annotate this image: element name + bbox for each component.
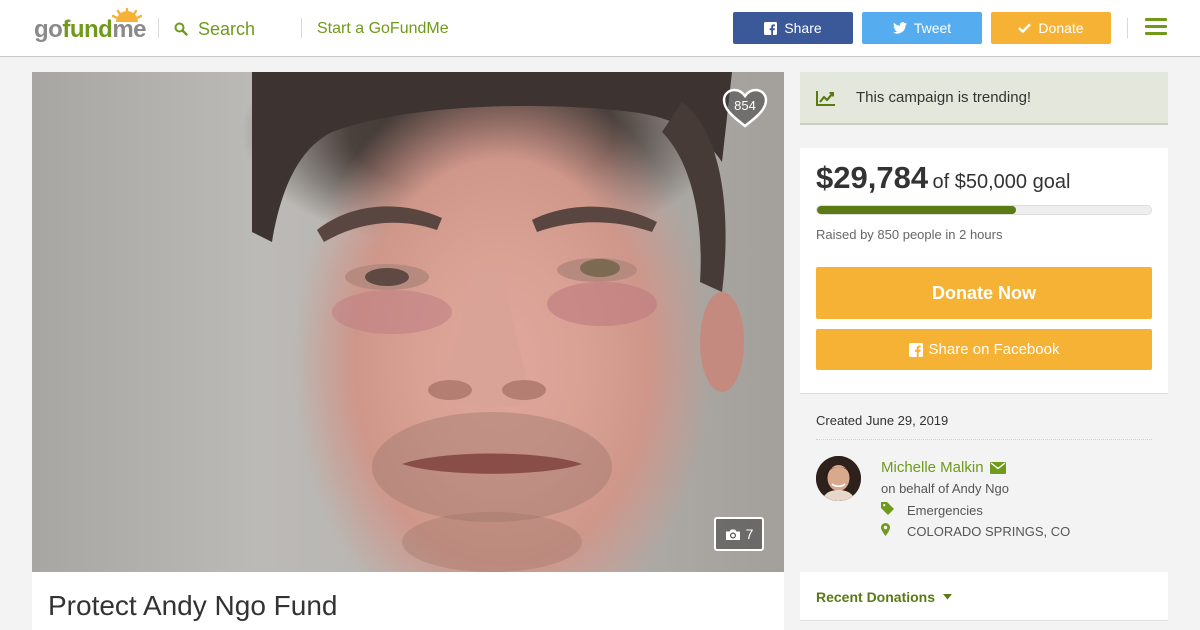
header-divider [1127, 18, 1128, 38]
category-link[interactable]: Emergencies [907, 503, 983, 518]
share-button[interactable]: Share [733, 12, 853, 44]
trending-banner: This campaign is trending! [800, 72, 1168, 125]
donate-label: Donate [1038, 20, 1084, 36]
raised-by-text: Raised by 850 people in 2 hours [816, 227, 1003, 242]
photo-gallery-button[interactable]: 7 [714, 517, 764, 551]
heart-button[interactable]: 854 [722, 88, 768, 128]
search-icon [174, 22, 188, 36]
recent-donations-toggle[interactable]: Recent Donations [816, 589, 953, 605]
on-behalf-of: on behalf of Andy Ngo [881, 481, 1009, 496]
trending-chart-icon [816, 90, 835, 106]
campaign-title: Protect Andy Ngo Fund [48, 590, 338, 621]
map-pin-icon [881, 523, 890, 536]
heart-count: 854 [734, 98, 756, 113]
share-on-facebook-label: Share on Facebook [928, 341, 1060, 358]
logo-sun-icon [112, 8, 142, 22]
progress-bar-fill [817, 206, 1016, 214]
hamburger-menu-icon[interactable] [1145, 18, 1167, 36]
facebook-icon [764, 21, 778, 35]
campaign-title-box: Protect Andy Ngo Fund [32, 572, 784, 630]
caret-down-icon [943, 594, 953, 600]
organizer-section: Created June 29, 2019 Michelle Malkin on… [800, 395, 1168, 555]
campaign-photo-image [252, 72, 744, 572]
donation-card: $29,784 of $50,000 goal Raised by 850 pe… [800, 148, 1168, 394]
start-gofundme-link[interactable]: Start a GoFundMe [317, 20, 449, 38]
divider [816, 439, 1152, 440]
tweet-button[interactable]: Tweet [862, 12, 982, 44]
tweet-label: Tweet [913, 20, 952, 36]
recent-donations-panel: Recent Donations [800, 572, 1168, 621]
category-row: Emergencies [881, 502, 983, 518]
share-label: Share [784, 20, 822, 36]
gofundme-logo[interactable]: gofundme [34, 8, 146, 44]
trending-text: This campaign is trending! [856, 89, 1032, 106]
raised-amount-line: $29,784 of $50,000 goal [816, 160, 1070, 196]
organizer-name: Michelle Malkin [881, 459, 984, 476]
checkmark-icon [1018, 23, 1032, 33]
organizer-name-link[interactable]: Michelle Malkin [881, 459, 1006, 476]
created-date: Created June 29, 2019 [816, 413, 949, 428]
photo-count: 7 [745, 526, 754, 542]
donate-now-button[interactable]: Donate Now [816, 267, 1152, 319]
avatar-image [816, 456, 861, 501]
progress-bar [816, 205, 1152, 215]
search-button[interactable]: Search [174, 18, 255, 40]
header-divider [301, 18, 302, 38]
organizer-avatar[interactable] [816, 456, 861, 501]
site-header: gofundme Search Start a GoFundMe Share T… [0, 0, 1200, 57]
location-row: COLORADO SPRINGS, CO [881, 523, 1070, 539]
header-divider [158, 18, 159, 38]
donate-button[interactable]: Donate [991, 12, 1111, 44]
twitter-icon [892, 22, 907, 34]
camera-icon [725, 529, 740, 540]
facebook-icon [908, 342, 923, 357]
share-on-facebook-button[interactable]: Share on Facebook [816, 329, 1152, 370]
campaign-photo[interactable]: 854 7 [32, 72, 784, 572]
location-text: COLORADO SPRINGS, CO [907, 523, 1071, 539]
raised-amount: $29,784 [816, 160, 929, 195]
recent-donations-label: Recent Donations [816, 589, 936, 605]
search-label: Search [198, 18, 256, 39]
tag-icon [881, 502, 894, 515]
goal-text: of $50,000 goal [932, 171, 1071, 193]
envelope-icon[interactable] [989, 461, 1006, 474]
